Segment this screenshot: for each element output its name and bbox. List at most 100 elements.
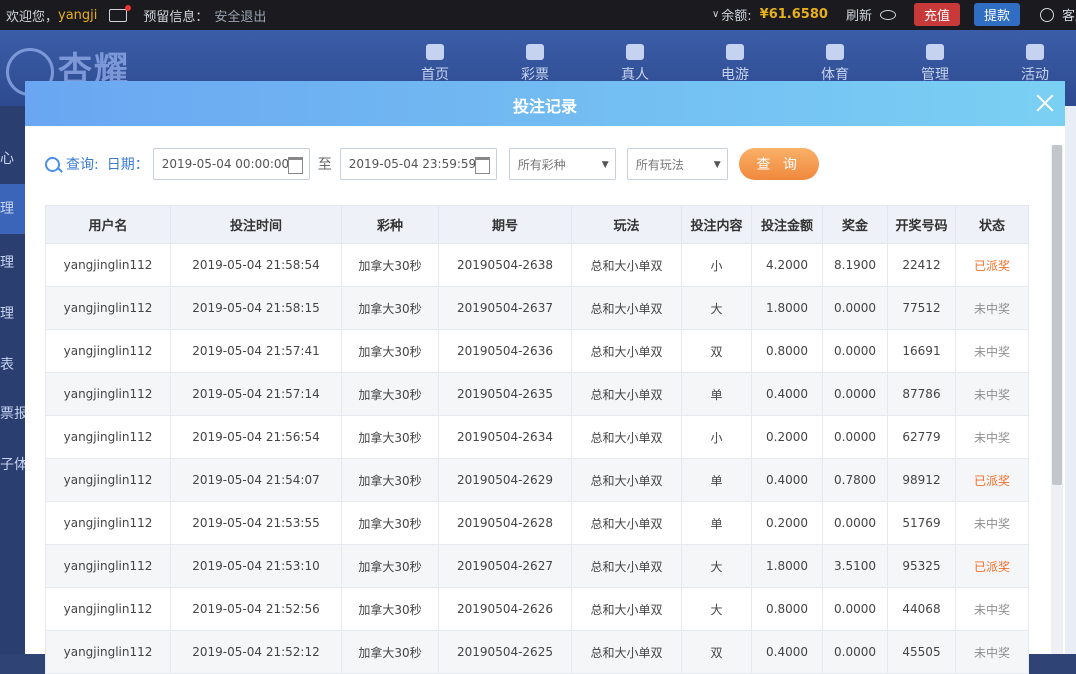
side-menu-item[interactable]: 理 [0,303,25,323]
withdraw-button[interactable]: 提款 [973,3,1020,26]
trophy-icon [826,44,844,60]
cell-status: 未中奖 [955,415,1029,459]
cell-content: 小 [681,243,752,287]
table-row[interactable]: yangjinglin112 2019-05-04 21:58:15 加拿大30秒 2… [45,286,1029,330]
hide-eye-icon[interactable] [879,9,896,20]
reserved-info-label: 预留信息： [143,10,209,25]
username[interactable]: yangji [58,8,97,23]
cell-lottery: 加拿大30秒 [341,415,439,459]
cell-bet-time: 2019-05-04 21:57:41 [170,329,342,373]
cell-play: 总和大小单双 [571,458,682,502]
lottery-icon [526,44,544,60]
cell-prize: 0.0000 [822,415,888,459]
cell-issue: 20190504-2629 [438,458,572,502]
cell-draw-number: 44068 [887,587,956,631]
table-row[interactable]: yangjinglin112 2019-05-04 21:53:55 加拿大30秒 2… [45,501,1029,545]
scrollbar-thumb[interactable] [1052,145,1062,485]
table-row[interactable]: yangjinglin112 2019-05-04 21:53:10 加拿大30秒 2… [45,544,1029,588]
balance-label: 余额: [721,9,752,24]
table-row[interactable]: yangjinglin112 2019-05-04 21:57:41 加拿大30秒 2… [45,329,1029,373]
cell-username: yangjinglin112 [45,544,171,588]
col-username: 用户名 [45,205,171,244]
nav-item-manage[interactable]: 管理 [885,44,985,84]
nav-item-games[interactable]: 电游 [685,44,785,84]
start-date-input[interactable]: 2019-05-04 00:00:00 [152,148,310,180]
nav-item-home[interactable]: 首页 [385,44,485,84]
calendar-icon[interactable] [474,157,490,174]
side-menu-item[interactable]: 理 [0,252,25,272]
service-icon[interactable] [1039,7,1054,22]
side-menu-item[interactable]: 票报 [0,403,25,423]
cell-bet-time: 2019-05-04 21:56:54 [170,415,342,459]
cell-status: 未中奖 [955,286,1029,330]
side-menu-item[interactable]: 子体 [0,454,25,474]
cell-status: 未中奖 [955,587,1029,631]
cell-issue: 20190504-2628 [438,501,572,545]
cell-draw-number: 45505 [887,630,956,674]
side-menu-item[interactable]: 表 [0,354,25,374]
end-date-value: 2019-05-04 23:59:59 [348,157,477,171]
recharge-button[interactable]: 充值 [913,3,960,26]
cell-amount: 0.4000 [751,630,823,674]
cell-username: yangjinglin112 [45,243,171,287]
cell-draw-number: 87786 [887,372,956,416]
refresh-link[interactable]: 刷新 [846,5,872,24]
cell-amount: 0.2000 [751,501,823,545]
cell-content: 单 [681,458,752,502]
calendar-icon[interactable] [287,157,303,174]
cell-status: 未中奖 [955,329,1029,373]
lottery-type-select[interactable]: 所有彩种 ▼ [508,148,616,180]
cell-prize: 0.0000 [822,630,888,674]
cell-amount: 4.2000 [751,243,823,287]
cell-status: 未中奖 [955,630,1029,674]
mail-icon[interactable] [109,5,132,22]
cell-content: 大 [681,544,752,588]
cell-prize: 8.1900 [822,243,888,287]
col-lottery: 彩种 [341,205,439,244]
cell-play: 总和大小单双 [571,329,682,373]
cell-issue: 20190504-2635 [438,372,572,416]
service-link[interactable]: 客服 [1062,5,1076,24]
cell-status: 已派奖 [955,458,1029,502]
dropdown-arrow-icon: ▼ [713,160,721,170]
cell-amount: 0.2000 [751,415,823,459]
chevron-down-icon[interactable]: ∨ [712,9,719,20]
table-row[interactable]: yangjinglin112 2019-05-04 21:56:54 加拿大30秒 2… [45,415,1029,459]
nav-item-lottery[interactable]: 彩票 [485,44,585,84]
cell-bet-time: 2019-05-04 21:58:54 [170,243,342,287]
cell-lottery: 加拿大30秒 [341,544,439,588]
col-prize: 奖金 [822,205,888,244]
modal-scrollbar[interactable] [1051,145,1063,654]
side-menu-item[interactable]: 心 [0,148,25,168]
cell-draw-number: 98912 [887,458,956,502]
play-type-select[interactable]: 所有玩法 ▼ [626,148,728,180]
nav-item-sports[interactable]: 体育 [785,44,885,84]
cell-amount: 0.4000 [751,458,823,502]
balance-value: ¥61.6580 [759,7,828,22]
table-row[interactable]: yangjinglin112 2019-05-04 21:52:12 加拿大30秒 2… [45,630,1029,674]
table-row[interactable]: yangjinglin112 2019-05-04 21:58:54 加拿大30秒 2… [45,243,1029,287]
end-date-input[interactable]: 2019-05-04 23:59:59 [339,148,497,180]
side-menu: 心 理 理 理 表 票报 子体 [0,106,25,654]
cell-play: 总和大小单双 [571,630,682,674]
table-row[interactable]: yangjinglin112 2019-05-04 21:52:56 加拿大30秒 2… [45,587,1029,631]
cell-username: yangjinglin112 [45,415,171,459]
logout-link[interactable]: 安全退出 [214,6,266,25]
cell-issue: 20190504-2626 [438,587,572,631]
cell-prize: 0.0000 [822,329,888,373]
cell-username: yangjinglin112 [45,286,171,330]
slot-icon [726,44,744,60]
cell-issue: 20190504-2625 [438,630,572,674]
close-icon[interactable] [1035,93,1055,113]
cell-bet-time: 2019-05-04 21:52:12 [170,630,342,674]
query-label: 查询: [66,157,99,173]
start-date-value: 2019-05-04 00:00:00 [161,157,290,171]
nav-item-events[interactable]: 活动 [985,44,1076,84]
table-row[interactable]: yangjinglin112 2019-05-04 21:54:07 加拿大30秒 2… [45,458,1029,502]
table-row[interactable]: yangjinglin112 2019-05-04 21:57:14 加拿大30秒 2… [45,372,1029,416]
side-menu-item[interactable]: 理 [0,184,25,234]
nav-item-live[interactable]: 真人 [585,44,685,84]
welcome-text: 欢迎您， [6,10,59,25]
query-button[interactable]: 查 询 [738,148,819,180]
cell-content: 双 [681,329,752,373]
